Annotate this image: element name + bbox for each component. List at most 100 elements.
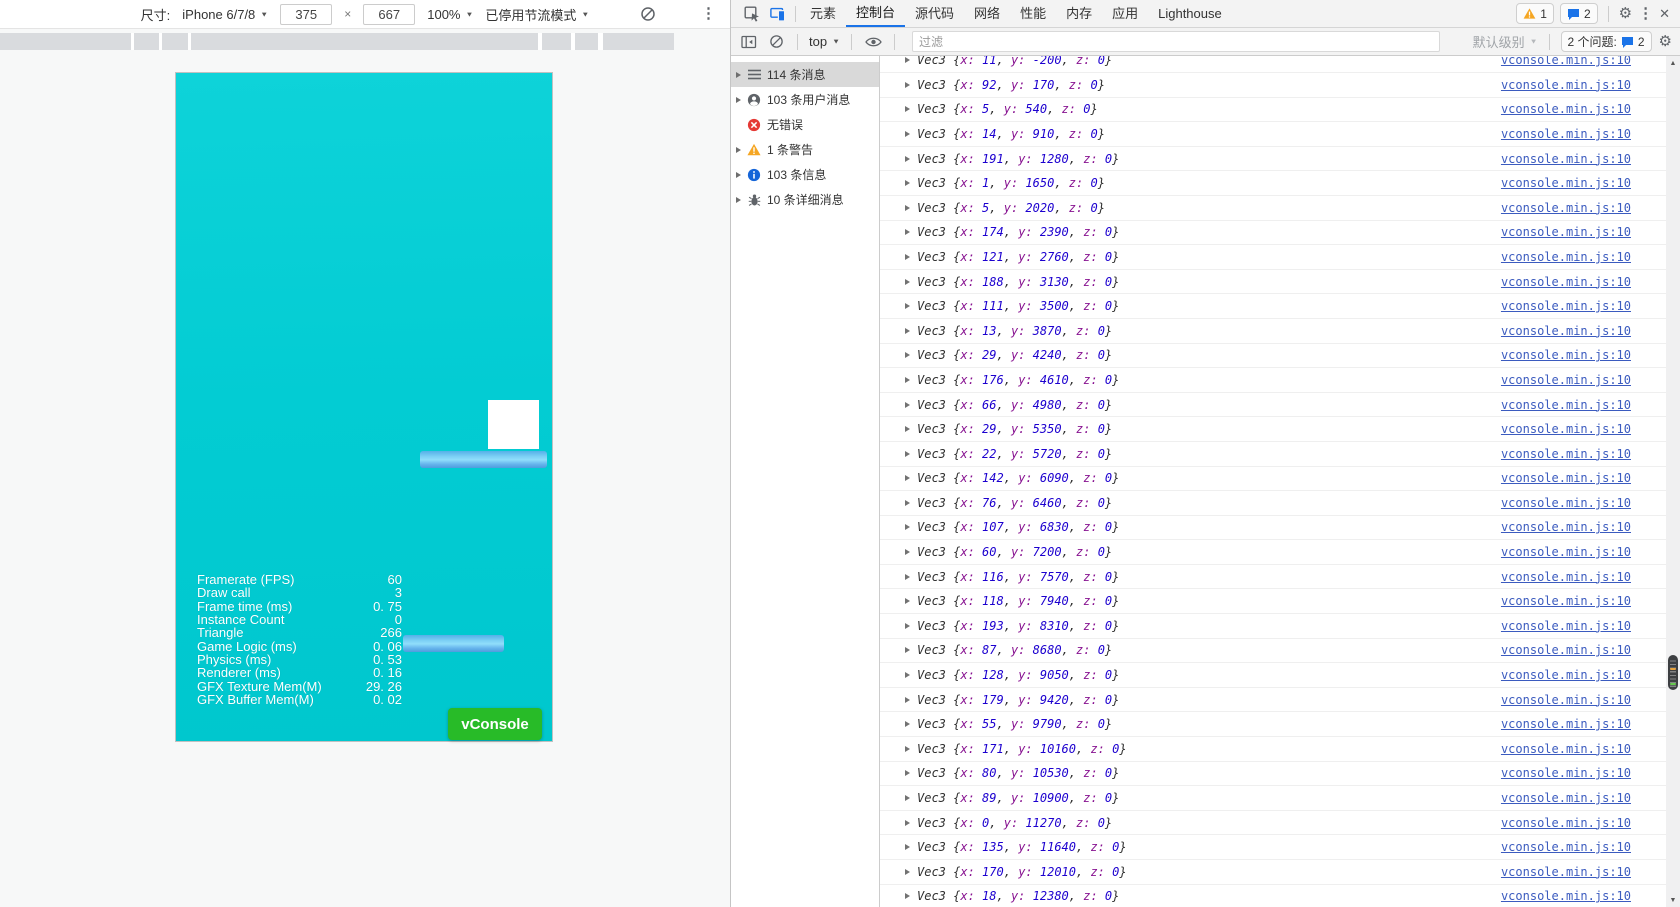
expander-icon[interactable] — [905, 795, 910, 802]
warnings-badge[interactable]: 1 — [1516, 3, 1554, 24]
source-link[interactable]: vconsole.min.js:10 — [1501, 250, 1631, 264]
source-link[interactable]: vconsole.min.js:10 — [1501, 127, 1631, 141]
source-link[interactable]: vconsole.min.js:10 — [1501, 496, 1631, 510]
expander-icon[interactable] — [905, 893, 910, 900]
source-link[interactable]: vconsole.min.js:10 — [1501, 545, 1631, 559]
vconsole-button[interactable]: vConsole — [448, 708, 542, 740]
source-link[interactable]: vconsole.min.js:10 — [1501, 447, 1631, 461]
expander-icon[interactable] — [905, 401, 910, 408]
expander-icon[interactable] — [905, 81, 910, 88]
game-viewport[interactable]: Framerate (FPS) 60 Draw call 3 Frame time (m… — [176, 73, 552, 741]
sidebar-item-103 条信息[interactable]: 103 条信息 — [731, 162, 879, 187]
console-settings-gear-icon[interactable]: ⚙ — [1659, 34, 1672, 49]
toggle-device-toolbar-icon[interactable] — [765, 1, 791, 27]
source-link[interactable]: vconsole.min.js:10 — [1501, 840, 1631, 854]
source-link[interactable]: vconsole.min.js:10 — [1501, 324, 1631, 338]
source-link[interactable]: vconsole.min.js:10 — [1501, 78, 1631, 92]
source-link[interactable]: vconsole.min.js:10 — [1501, 102, 1631, 116]
tab-源代码[interactable]: 源代码 — [905, 0, 964, 27]
expander-icon[interactable] — [905, 475, 910, 482]
device-select[interactable]: iPhone 6/7/8 ▼ — [182, 7, 268, 22]
expander-icon[interactable] — [736, 146, 741, 153]
source-link[interactable]: vconsole.min.js:10 — [1501, 471, 1631, 485]
throttling-select[interactable]: 已停用节流模式 ▼ — [485, 5, 589, 24]
source-link[interactable]: vconsole.min.js:10 — [1501, 275, 1631, 289]
source-link[interactable]: vconsole.min.js:10 — [1501, 201, 1631, 215]
expander-icon[interactable] — [905, 155, 910, 162]
tab-控制台[interactable]: 控制台 — [846, 0, 906, 27]
expander-icon[interactable] — [905, 549, 910, 556]
messages-badge[interactable]: 2 — [1559, 3, 1598, 24]
source-link[interactable]: vconsole.min.js:10 — [1501, 693, 1631, 707]
expander-icon[interactable] — [905, 253, 910, 260]
expander-icon[interactable] — [905, 524, 910, 531]
source-link[interactable]: vconsole.min.js:10 — [1501, 742, 1631, 756]
expander-icon[interactable] — [905, 278, 910, 285]
sidebar-item-114 条消息[interactable]: 114 条消息 — [731, 62, 879, 87]
expander-icon[interactable] — [905, 598, 910, 605]
source-link[interactable]: vconsole.min.js:10 — [1501, 791, 1631, 805]
zoom-select[interactable]: 100% ▼ — [427, 7, 473, 22]
source-link[interactable]: vconsole.min.js:10 — [1501, 422, 1631, 436]
expander-icon[interactable] — [905, 622, 910, 629]
eye-icon[interactable] — [863, 29, 883, 55]
console-sidebar-toggle-icon[interactable] — [739, 29, 759, 55]
block-icon[interactable] — [640, 6, 656, 27]
issues-chip[interactable]: 2 个问题: 2 — [1560, 31, 1652, 52]
expander-icon[interactable] — [905, 180, 910, 187]
source-link[interactable]: vconsole.min.js:10 — [1501, 766, 1631, 780]
expander-icon[interactable] — [905, 819, 910, 826]
expander-icon[interactable] — [905, 844, 910, 851]
source-link[interactable]: vconsole.min.js:10 — [1501, 816, 1631, 830]
source-link[interactable]: vconsole.min.js:10 — [1501, 717, 1631, 731]
sidebar-item-1 条警告[interactable]: 1 条警告 — [731, 137, 879, 162]
settings-gear-icon[interactable]: ⚙ — [1619, 6, 1632, 21]
source-link[interactable]: vconsole.min.js:10 — [1501, 889, 1631, 903]
scroll-up-icon[interactable]: ▲ — [1666, 56, 1680, 70]
expander-icon[interactable] — [905, 327, 910, 334]
tab-Lighthouse[interactable]: Lighthouse — [1148, 0, 1232, 27]
source-link[interactable]: vconsole.min.js:10 — [1501, 865, 1631, 879]
expander-icon[interactable] — [905, 573, 910, 580]
source-link[interactable]: vconsole.min.js:10 — [1501, 348, 1631, 362]
sidebar-item-103 条用户消息[interactable]: 103 条用户消息 — [731, 87, 879, 112]
tab-内存[interactable]: 内存 — [1056, 0, 1102, 27]
expander-icon[interactable] — [905, 106, 910, 113]
expander-icon[interactable] — [905, 499, 910, 506]
sidebar-item-10 条详细消息[interactable]: 10 条详细消息 — [731, 187, 879, 212]
expander-icon[interactable] — [905, 303, 910, 310]
source-link[interactable]: vconsole.min.js:10 — [1501, 225, 1631, 239]
viewport-width-input[interactable] — [280, 3, 333, 25]
expander-icon[interactable] — [905, 696, 910, 703]
expander-icon[interactable] — [905, 868, 910, 875]
expander-icon[interactable] — [905, 672, 910, 679]
close-devtools-icon[interactable]: ✕ — [1659, 6, 1670, 22]
sidebar-item-无错误[interactable]: 无错误 — [731, 112, 879, 137]
source-link[interactable]: vconsole.min.js:10 — [1501, 299, 1631, 313]
console-filter-input[interactable] — [912, 31, 1440, 52]
source-link[interactable]: vconsole.min.js:10 — [1501, 643, 1631, 657]
expander-icon[interactable] — [905, 229, 910, 236]
expander-icon[interactable] — [905, 376, 910, 383]
scrollbar-thumb[interactable] — [1668, 655, 1678, 690]
console-scrollbar[interactable]: ▲ ▼ — [1666, 56, 1680, 907]
expander-icon[interactable] — [905, 450, 910, 457]
source-link[interactable]: vconsole.min.js:10 — [1501, 570, 1631, 584]
source-link[interactable]: vconsole.min.js:10 — [1501, 668, 1631, 682]
source-link[interactable]: vconsole.min.js:10 — [1501, 520, 1631, 534]
expander-icon[interactable] — [905, 770, 910, 777]
expander-icon[interactable] — [905, 647, 910, 654]
tab-性能[interactable]: 性能 — [1010, 0, 1056, 27]
scroll-down-icon[interactable]: ▼ — [1666, 893, 1680, 907]
more-menu-icon[interactable]: ⋮ — [1638, 6, 1653, 21]
inspect-element-icon[interactable] — [739, 1, 765, 27]
expander-icon[interactable] — [736, 196, 741, 203]
expander-icon[interactable] — [736, 71, 741, 78]
viewport-height-input[interactable] — [363, 3, 416, 25]
expander-icon[interactable] — [905, 204, 910, 211]
expander-icon[interactable] — [736, 96, 741, 103]
expander-icon[interactable] — [905, 721, 910, 728]
source-link[interactable]: vconsole.min.js:10 — [1501, 56, 1631, 67]
expander-icon[interactable] — [736, 171, 741, 178]
source-link[interactable]: vconsole.min.js:10 — [1501, 152, 1631, 166]
